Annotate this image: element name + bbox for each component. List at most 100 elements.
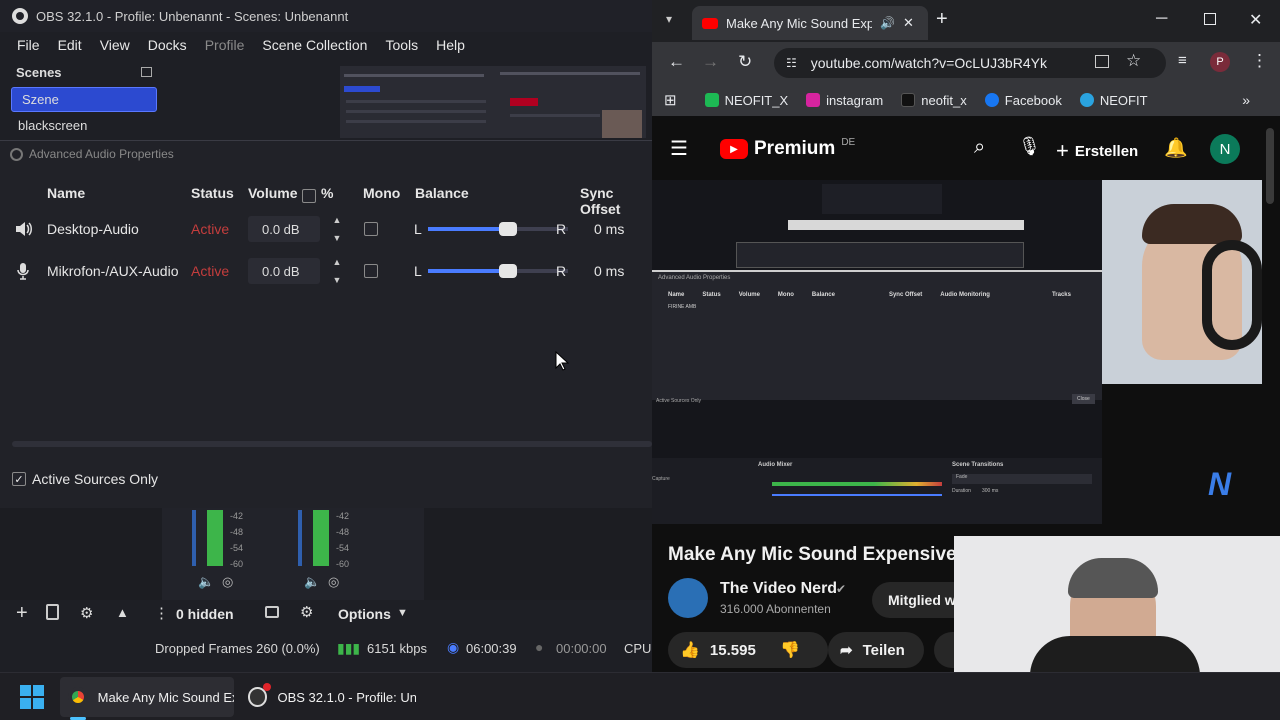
volume-stepper[interactable]: ▲ ▼ [324,215,350,243]
reload-icon[interactable]: ↻ [738,52,752,72]
media-control-icon[interactable]: ≡ [1178,52,1187,69]
new-tab-icon[interactable]: + [936,8,948,31]
undock-icon[interactable] [141,67,152,77]
close-tab-icon[interactable]: ✕ [903,15,914,31]
transition-settings-icon[interactable]: ⚙ [300,603,313,621]
microphone-icon[interactable]: 🎙 [1018,136,1041,157]
chevron-down-icon[interactable]: ▼ [397,607,408,619]
meter-tick: -48 [336,527,350,537]
taskbar-obs[interactable]: OBS 32.1.0 - Profile: Unt [240,677,416,717]
active-sources-only-toggle[interactable]: ✓ Active Sources Only [12,471,158,487]
chevron-up-icon[interactable]: ▲ [333,215,342,225]
notifications-bell-icon[interactable]: 🔔 [1164,136,1188,160]
bookmark-telegram[interactable]: NEOFIT [1079,93,1148,108]
sync-offset-field[interactable]: 0 ms [594,251,624,291]
forward-icon[interactable]: → [702,52,719,72]
search-icon[interactable]: ⌕ [974,136,985,159]
balance-slider[interactable] [428,222,568,236]
video-player[interactable]: Advanced Audio Properties Name Status Vo… [652,180,1102,524]
account-avatar[interactable]: N [1210,134,1240,164]
chevron-down-icon[interactable]: ▼ [333,275,342,285]
chrome-tabstrip: ▾ Make Any Mic Sound Exper 🔊 ✕ + ─ ✕ [652,0,1280,42]
bookmark-instagram[interactable]: instagram [806,93,883,108]
headphones-icon[interactable]: ◎ [222,574,233,590]
meter-bar [313,510,329,566]
create-button[interactable]: + Erstellen [1056,138,1138,164]
chevron-down-icon[interactable]: ▼ [333,233,342,243]
apps-grid-icon[interactable]: ⊞ [664,91,677,109]
thumbs-down-icon[interactable]: 👎 [780,640,800,660]
balance-handle[interactable] [498,264,517,278]
menu-file[interactable]: File [0,37,49,53]
page-scrollbar[interactable] [1266,128,1274,204]
back-icon[interactable]: ← [668,52,685,72]
taskbar-chrome[interactable]: Make Any Mic Sound Ex [60,677,234,717]
volume-field[interactable]: 0.0 dB [248,258,320,284]
tab-search-icon[interactable]: ▾ [666,12,672,26]
chevron-up-icon[interactable]: ▲ [116,605,129,620]
menu-docks[interactable]: Docks [139,37,196,53]
like-button[interactable]: 👍 15.595 [668,632,828,668]
speaker-icon[interactable]: 🔈 [304,574,320,590]
menu-tools[interactable]: Tools [376,37,427,53]
share-label: Teilen [862,641,905,659]
menu-view[interactable]: View [91,37,139,53]
options-button[interactable]: Options [338,606,391,622]
bookmark-neofit-x[interactable]: NEOFIT_X [704,93,788,108]
scene-item-blackscreen[interactable]: blackscreen [8,114,160,137]
gear-icon[interactable]: ⚙ [80,604,93,622]
mono-checkbox[interactable] [364,222,378,236]
balance-slider[interactable] [428,264,568,278]
checkmark-icon[interactable]: ✓ [12,472,26,486]
video-fade-select: Fade [952,474,1092,484]
status-badge: Active [191,221,230,237]
video-webcam-overlay [1102,180,1262,384]
menu-edit[interactable]: Edit [49,37,91,53]
obs-menubar: File Edit View Docks Profile Scene Colle… [0,32,652,58]
more-bookmarks-icon[interactable]: » [1242,92,1250,108]
maximize-icon[interactable] [1204,13,1216,25]
trash-icon[interactable] [46,604,59,620]
site-info-icon[interactable]: ☷ [786,56,797,70]
install-app-icon[interactable] [1095,55,1109,68]
mono-checkbox[interactable] [364,264,378,278]
share-button[interactable]: ➦ Teilen [828,632,924,668]
sync-offset-field[interactable]: 0 ms [594,209,624,249]
menu-help[interactable]: Help [427,37,474,53]
bookmark-facebook[interactable]: Facebook [984,93,1062,108]
minimize-icon[interactable]: ─ [1156,10,1167,28]
volume-field[interactable]: 0.0 dB [248,216,320,242]
close-window-icon[interactable]: ✕ [1249,10,1262,30]
url-text[interactable]: youtube.com/watch?v=OcLUJ3bR4Yk [811,55,1047,71]
hamburger-menu-icon[interactable]: ☰ [670,136,688,161]
menu-kebab-icon[interactable]: ⋮ [1251,51,1268,71]
horizontal-scrollbar[interactable] [12,441,652,447]
obs-logo-icon [12,8,28,24]
more-vertical-icon[interactable]: ⋮ [154,604,169,622]
bookmark-tiktok[interactable]: neofit_x [901,93,967,108]
windows-start-icon[interactable] [20,685,44,709]
chevron-up-icon[interactable]: ▲ [333,257,342,267]
channel-avatar[interactable] [668,578,708,618]
bookmark-label: instagram [826,92,884,108]
channel-name[interactable]: The Video Nerd [720,580,837,598]
meter-bar [298,510,302,566]
aap-title: Advanced Audio Properties [29,147,174,161]
volume-percent-checkbox[interactable] [302,189,316,203]
bookmark-star-icon[interactable]: ☆ [1126,51,1141,71]
balance-handle[interactable] [498,222,517,236]
add-icon[interactable]: + [16,602,28,625]
menu-scene-collection[interactable]: Scene Collection [253,37,376,53]
audio-playing-icon[interactable]: 🔊 [880,16,895,30]
volume-stepper[interactable]: ▲ ▼ [324,257,350,285]
headphones-icon[interactable]: ◎ [328,574,339,590]
profile-avatar[interactable]: P [1210,52,1230,72]
video-col: Balance [811,292,835,298]
youtube-premium-logo[interactable]: ▶ Premium DE [720,137,855,160]
scene-item-szene[interactable]: Szene [11,87,157,112]
layout-icon[interactable] [265,606,279,618]
create-label: Erstellen [1074,142,1139,160]
speaker-icon[interactable]: 🔈 [198,574,214,590]
tab-youtube[interactable]: Make Any Mic Sound Exper 🔊 ✕ [692,6,928,40]
menu-profile[interactable]: Profile [196,37,254,53]
